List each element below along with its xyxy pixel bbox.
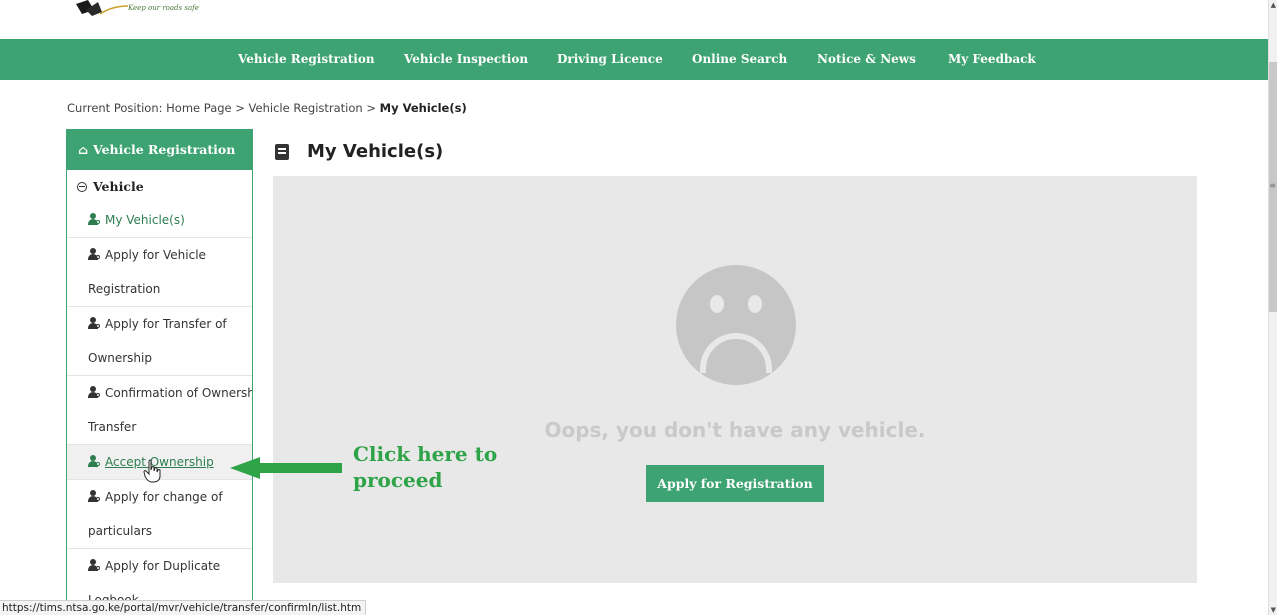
page-scrollbar[interactable]: ▲ ≡ ▼ — [1268, 0, 1277, 615]
sidebar-item-my-vehicles[interactable]: My Vehicle(s) — [67, 203, 252, 238]
status-bar-url: https://tims.ntsa.go.ke/portal/mvr/vehic… — [0, 600, 367, 615]
sidebar-item-change-particulars[interactable]: Apply for change of particulars — [67, 480, 252, 549]
sidebar-item-label: Confirmation of Ownership — [105, 386, 253, 400]
user-key-icon — [88, 317, 100, 329]
user-key-icon — [88, 455, 100, 467]
top-nav: Vehicle Registration Vehicle Inspection … — [0, 39, 1268, 80]
breadcrumb: Current Position: Home Page > Vehicle Re… — [67, 101, 467, 115]
annotation-line-2: proceed — [353, 468, 443, 492]
empty-message: Oops, you don't have any vehicle. — [544, 418, 926, 442]
annotation-line-1: Click here to — [353, 442, 498, 466]
logo-tagline: Keep our roads safe — [128, 4, 199, 12]
sad-face-icon — [676, 265, 796, 385]
nav-notice-news[interactable]: Notice & News — [817, 52, 916, 66]
sidebar-item-label: Apply for Duplicate — [105, 559, 221, 573]
sidebar-item-label: Apply for change of — [105, 490, 223, 504]
sidebar-header-label: Vehicle Registration — [93, 142, 236, 157]
scroll-grip-icon: ≡ — [1269, 181, 1276, 190]
sidebar-item-label: Apply for Vehicle — [105, 248, 206, 262]
sidebar-item-label-cont: Ownership — [88, 351, 152, 365]
page-title-text: My Vehicle(s) — [307, 141, 444, 162]
sidebar-item-label-cont: particulars — [88, 524, 153, 538]
sidebar-section-label: Vehicle — [93, 179, 144, 194]
sidebar-item-label-cont: Transfer — [88, 420, 137, 434]
nav-vehicle-registration[interactable]: Vehicle Registration — [238, 52, 375, 66]
sidebar-header[interactable]: ⌂ Vehicle Registration — [67, 129, 252, 170]
scroll-up-icon[interactable]: ▲ — [1271, 1, 1276, 9]
apply-for-registration-button[interactable]: Apply for Registration — [646, 465, 824, 502]
user-key-icon — [88, 559, 100, 571]
sidebar-item-label-cont: Registration — [88, 282, 161, 296]
logo-mark-icon — [76, 0, 129, 16]
scroll-down-icon[interactable]: ▼ — [1271, 606, 1276, 614]
hand-cursor-icon — [143, 459, 161, 483]
sidebar: ⌂ Vehicle Registration Vehicle My Vehicl… — [66, 129, 253, 615]
breadcrumb-path[interactable]: Current Position: Home Page > Vehicle Re… — [67, 101, 380, 115]
sidebar-item-label: Apply for Transfer of — [105, 317, 227, 331]
user-key-icon — [88, 248, 100, 260]
sidebar-section-vehicle: Vehicle — [67, 170, 252, 203]
user-key-icon — [88, 213, 100, 225]
annotation-text: Click here to proceed — [353, 441, 497, 493]
sidebar-item-apply-vehicle-registration[interactable]: Apply for Vehicle Registration — [67, 238, 252, 307]
home-icon: ⌂ — [78, 142, 89, 157]
document-icon — [275, 143, 289, 160]
nav-my-feedback[interactable]: My Feedback — [948, 52, 1036, 66]
nav-vehicle-inspection[interactable]: Vehicle Inspection — [404, 52, 528, 66]
annotation-arrow-icon — [230, 457, 342, 479]
sidebar-item-confirm-ownership-transfer[interactable]: Confirmation of Ownership Transfer — [67, 376, 252, 445]
sidebar-item-apply-transfer-ownership[interactable]: Apply for Transfer of Ownership — [67, 307, 252, 376]
globe-icon — [77, 181, 87, 192]
empty-state-panel: Oops, you don't have any vehicle. Apply … — [273, 176, 1197, 583]
sidebar-item-label: My Vehicle(s) — [105, 213, 185, 227]
nav-driving-licence[interactable]: Driving Licence — [557, 52, 663, 66]
user-key-icon — [88, 386, 100, 398]
user-key-icon — [88, 490, 100, 502]
breadcrumb-current: My Vehicle(s) — [379, 101, 467, 115]
page-title: My Vehicle(s) — [275, 141, 443, 162]
nav-online-search[interactable]: Online Search — [692, 52, 787, 66]
